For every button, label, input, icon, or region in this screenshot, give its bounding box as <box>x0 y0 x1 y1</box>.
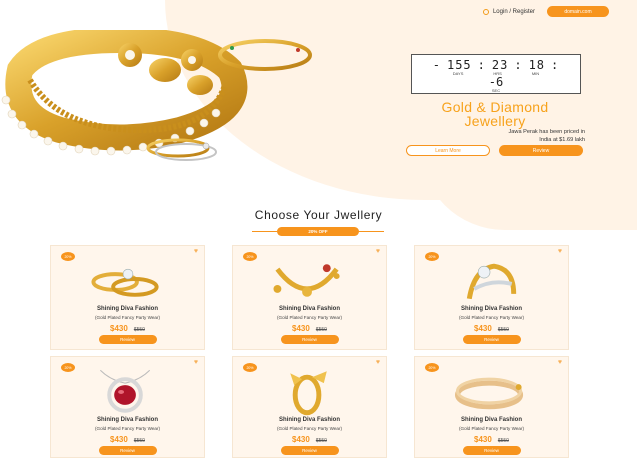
slider-dots <box>555 153 568 156</box>
product-name: Shining Diva Fashion <box>460 417 522 423</box>
product-subtitle: (Gold Plated Fancy Party Wear) <box>94 315 161 320</box>
slider-dot[interactable] <box>555 153 558 156</box>
product-old-price: $550 <box>497 438 509 444</box>
product-price: $430 <box>474 435 492 444</box>
hero-desc-line2: India at $1.69 lakh <box>539 137 585 143</box>
product-price: $430 <box>292 324 310 333</box>
product-old-price: $550 <box>497 327 509 333</box>
countdown-secs: 6 <box>496 75 504 89</box>
product-review-button[interactable]: Review <box>462 446 521 455</box>
product-subtitle: (Gold Plated Fancy Party Wear) <box>458 315 525 320</box>
hero-title-line2: Jewellery <box>464 113 526 129</box>
product-image[interactable] <box>415 254 568 308</box>
product-name: Shining Diva Fashion <box>278 417 340 423</box>
countdown-mins: 18 <box>528 58 546 72</box>
top-nav: Login / Register domain.com <box>482 6 609 17</box>
product-subtitle: (Gold Plated Fancy Party Wear) <box>94 426 161 431</box>
product-review-button[interactable]: Review <box>280 335 339 344</box>
product-image[interactable] <box>233 365 386 419</box>
product-price: $430 <box>110 324 128 333</box>
product-image[interactable] <box>415 365 568 419</box>
offer-divider-right <box>359 231 384 232</box>
product-name: Shining Diva Fashion <box>460 306 522 312</box>
product-price: $430 <box>110 435 128 444</box>
product-card[interactable]: 20% ♥ Shining Diva Fashion (Gold Plated Fan… <box>232 356 387 458</box>
countdown-days: 155 <box>446 58 472 72</box>
section-title: Choose Your Jwellery <box>254 208 383 222</box>
product-old-price: $550 <box>315 438 327 444</box>
product-review-button[interactable]: Review <box>462 335 521 344</box>
product-image[interactable] <box>51 365 204 419</box>
learn-more-button[interactable]: Learn More <box>406 145 490 156</box>
price-row: $430 $550 <box>415 324 568 333</box>
price-row: $430 $550 <box>233 435 386 444</box>
login-register-link[interactable]: Login / Register <box>482 8 535 15</box>
product-price: $430 <box>474 324 492 333</box>
product-image[interactable] <box>51 254 204 308</box>
nav-domain-button[interactable]: domain.com <box>547 6 609 17</box>
login-label: Login / Register <box>492 8 535 15</box>
product-review-button[interactable]: Review <box>98 335 157 344</box>
product-old-price: $550 <box>133 438 145 444</box>
product-review-button[interactable]: Review <box>98 446 157 455</box>
product-subtitle: (Gold Plated Fancy Party Wear) <box>276 426 343 431</box>
product-card[interactable]: 20% ♥ Shining Diva Fashion (Gold Plated Fan… <box>232 245 387 350</box>
price-row: $430 $550 <box>415 435 568 444</box>
offer-divider-left <box>252 231 277 232</box>
hero-description: Jawa Perak has been priced in India at $… <box>470 128 586 144</box>
page: Login / Register domain.com - 155: 23:… <box>0 0 637 465</box>
product-card[interactable]: 20% ♥ Shining Diva Fashion (Gold Plated Fan… <box>50 356 205 458</box>
product-name: Shining Diva Fashion <box>96 306 158 312</box>
product-review-button[interactable]: Review <box>280 446 339 455</box>
product-card[interactable]: 20% ♥ Shining Diva Fashion (Gold Plated Fan… <box>414 245 569 350</box>
product-image[interactable] <box>233 254 386 308</box>
offer-badge: 20% OFF <box>277 227 359 236</box>
product-subtitle: (Gold Plated Fancy Party Wear) <box>458 426 525 431</box>
product-old-price: $550 <box>315 327 327 333</box>
product-card[interactable]: 20% ♥ Shining Diva Fashion (Gold Plated Fan… <box>414 356 569 458</box>
hero-title: Gold & Diamond Jewellery <box>400 100 590 128</box>
hero-title-line1: Gold & Diamond <box>441 99 549 115</box>
slider-dot[interactable] <box>565 153 568 156</box>
hero-review-button[interactable]: Review <box>499 145 583 156</box>
product-subtitle: (Gold Plated Fancy Party Wear) <box>276 315 343 320</box>
price-row: $430 $550 <box>51 324 204 333</box>
price-row: $430 $550 <box>233 324 386 333</box>
product-name: Shining Diva Fashion <box>278 306 340 312</box>
product-price: $430 <box>292 435 310 444</box>
product-old-price: $550 <box>133 327 145 333</box>
countdown-hours: 23 <box>491 58 509 72</box>
hero-jewellery-image <box>1 30 312 161</box>
slider-dot[interactable] <box>560 153 563 156</box>
price-row: $430 $550 <box>51 435 204 444</box>
product-card[interactable]: 20% ♥ Shining Diva Fashion (Gold Plated Fan… <box>50 245 205 350</box>
countdown-timer: - 155: 23: 18: DAYS HRS MIN -6 SEC <box>411 54 581 94</box>
countdown-secs-label: SEC <box>491 88 501 93</box>
hero-desc-line1: Jawa Perak has been priced in <box>508 129 586 135</box>
product-name: Shining Diva Fashion <box>96 417 158 423</box>
user-icon <box>482 8 489 15</box>
